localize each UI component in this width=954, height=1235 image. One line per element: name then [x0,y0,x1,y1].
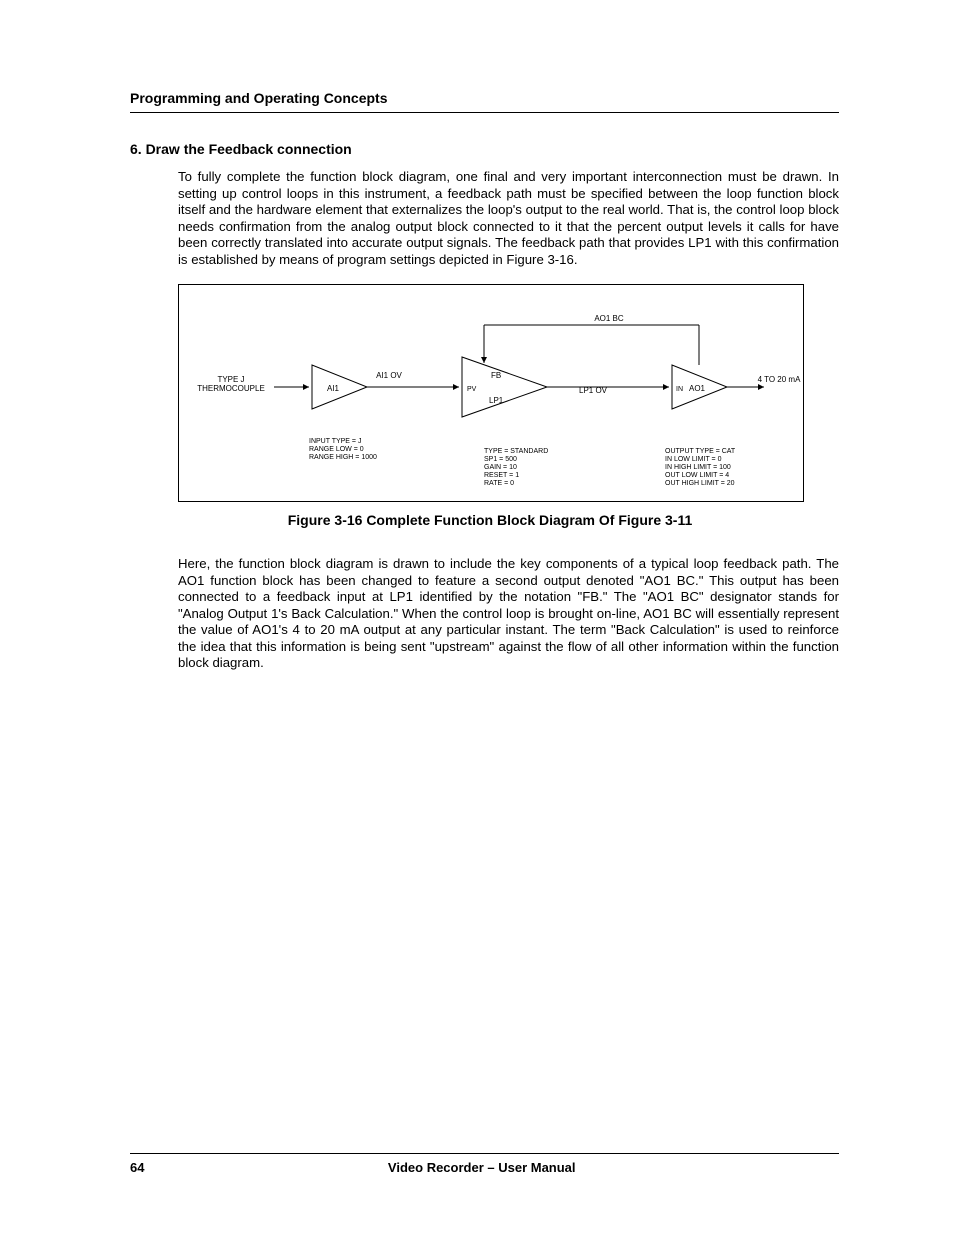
header-rule [130,112,839,113]
input-thermo-label: THERMOCOUPLE [197,384,265,393]
ai1-block [312,365,367,409]
figure-caption: Figure 3-16 Complete Function Block Diag… [178,512,802,528]
page-footer: 64 Video Recorder – User Manual [130,1153,839,1175]
input-type-label: TYPE J [217,375,244,384]
fb-label: FB [491,371,501,380]
footer-title: Video Recorder – User Manual [144,1160,819,1175]
ao1-p2: IN LOW LIMIT = 0 [665,456,722,463]
in-label: IN [676,386,683,393]
lp1-p2: SP1 = 500 [484,456,517,463]
ao1-p5: OUT HIGH LIMIT = 20 [665,480,735,487]
ao1-label: AO1 [689,384,706,393]
ai1-p1: INPUT TYPE = J [309,438,361,445]
figure-3-16: TYPE J THERMOCOUPLE AI1 AI1 OV PV FB LP1… [178,284,804,502]
section-heading: 6. Draw the Feedback connection [130,141,839,157]
ao1-bc-label: AO1 BC [594,314,624,323]
paragraph-2: Here, the function block diagram is draw… [178,556,839,672]
lp1-label: LP1 [489,396,504,405]
ai1-p2: RANGE LOW = 0 [309,446,364,453]
lp1-p4: RESET = 1 [484,472,519,479]
paragraph-1: To fully complete the function block dia… [178,169,839,268]
page: Programming and Operating Concepts 6. Dr… [0,0,954,1235]
lp1-p5: RATE = 0 [484,480,514,487]
ai1-p3: RANGE HIGH = 1000 [309,454,377,461]
footer-rule [130,1153,839,1154]
page-number: 64 [130,1160,144,1175]
ao1-p3: IN HIGH LIMIT = 100 [665,464,731,471]
block-diagram-svg: TYPE J THERMOCOUPLE AI1 AI1 OV PV FB LP1… [179,285,803,501]
lp1-p3: GAIN = 10 [484,464,517,471]
ai1-label: AI1 [327,384,340,393]
ao1-p1: OUTPUT TYPE = CAT [665,448,736,455]
lp1-p1: TYPE = STANDARD [484,448,548,455]
pv-label: PV [467,386,477,393]
running-header: Programming and Operating Concepts [130,90,839,106]
ai1-ov-label: AI1 OV [376,371,402,380]
output-label: 4 TO 20 mA [758,375,802,384]
ao1-p4: OUT LOW LIMIT = 4 [665,472,729,479]
